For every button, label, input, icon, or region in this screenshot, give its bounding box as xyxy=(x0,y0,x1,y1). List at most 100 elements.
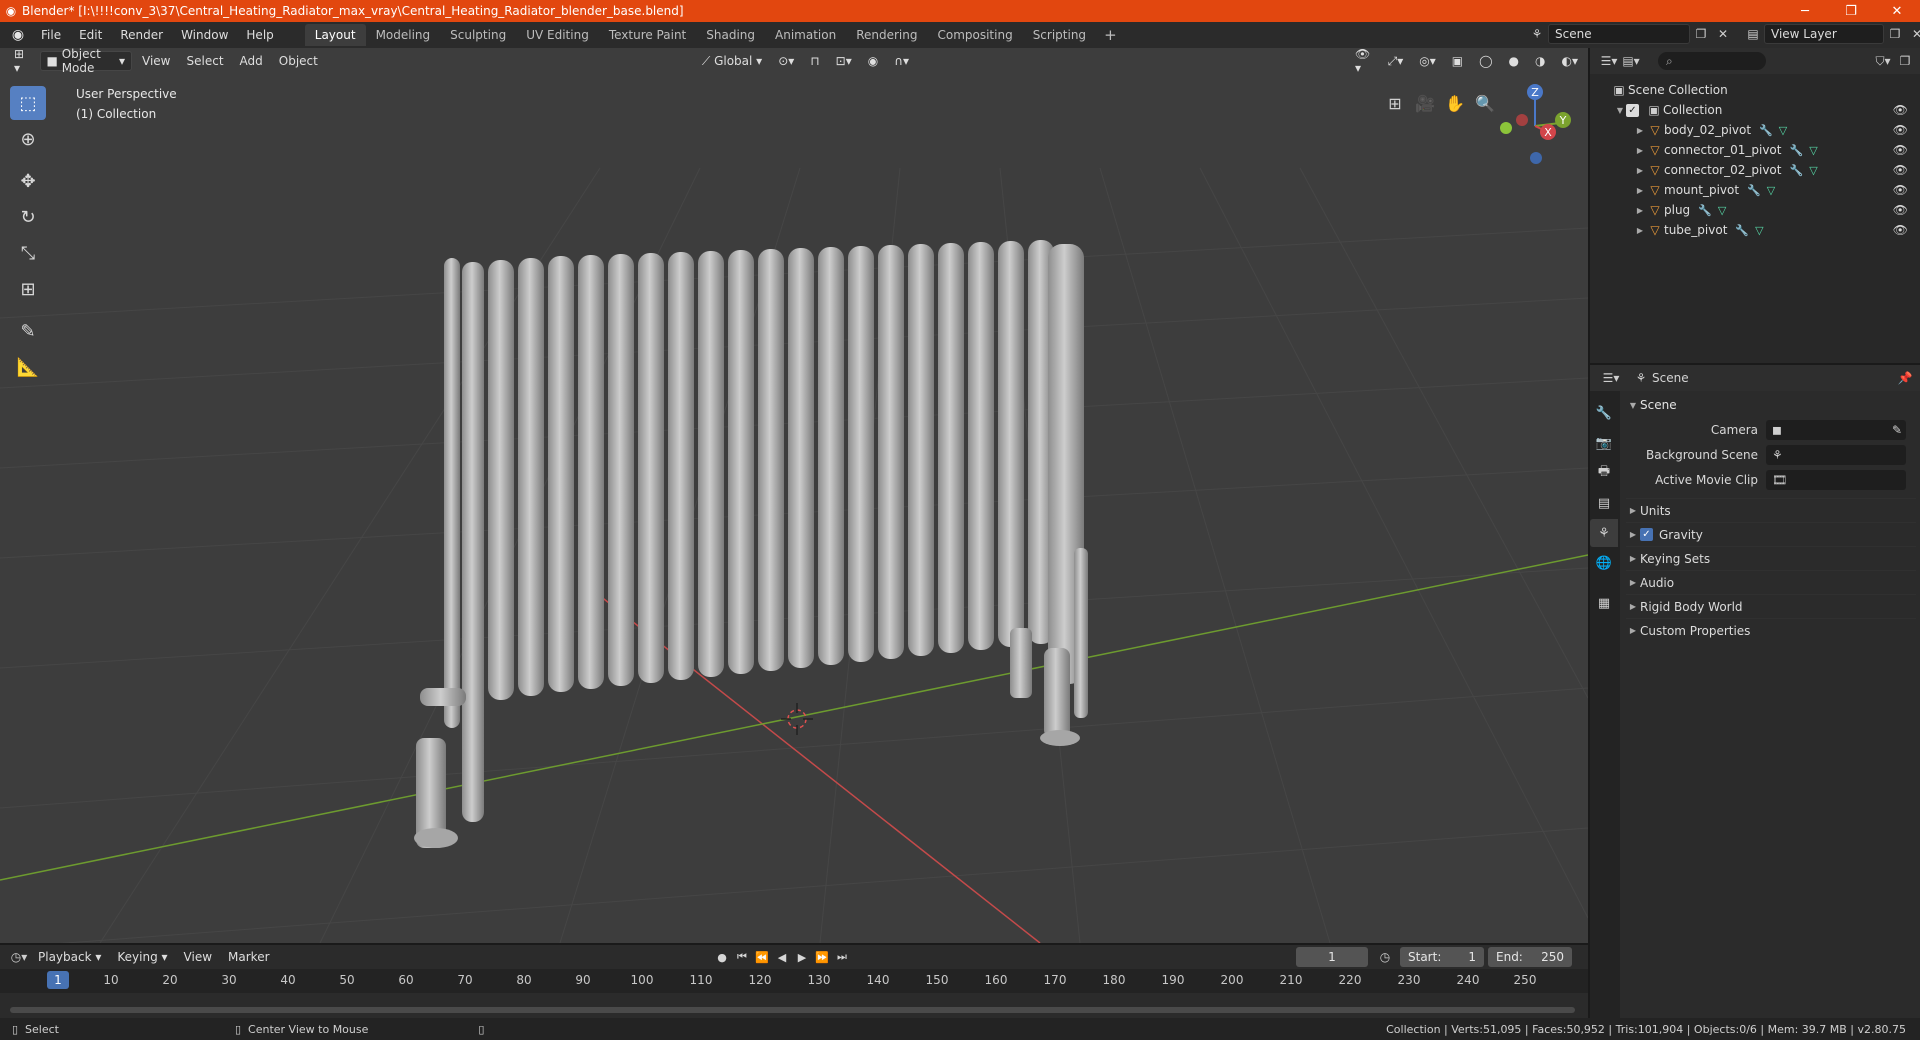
render-tab-icon[interactable]: 📷 xyxy=(1590,429,1618,457)
filter-icon[interactable]: ⛉▾ xyxy=(1872,51,1894,71)
menu-help[interactable]: Help xyxy=(237,28,282,42)
scene-field[interactable]: Scene xyxy=(1548,24,1690,44)
minimize-button[interactable]: ─ xyxy=(1782,0,1828,22)
tab-texture-paint[interactable]: Texture Paint xyxy=(599,24,696,46)
audio-panel[interactable]: ▶ Audio xyxy=(1626,570,1916,594)
camera-view-icon[interactable]: 🎥 xyxy=(1410,88,1440,118)
menu-window[interactable]: Window xyxy=(172,28,237,42)
display-mode-icon[interactable]: ▤▾ xyxy=(1620,51,1642,71)
timeline-scrollbar[interactable] xyxy=(10,1007,1575,1013)
expand-collection-icon[interactable]: ▼ xyxy=(1614,106,1626,115)
solid-shading-icon[interactable]: ● xyxy=(1503,51,1525,71)
zoom-icon[interactable]: 🔍 xyxy=(1470,88,1500,118)
tab-uv-editing[interactable]: UV Editing xyxy=(516,24,599,46)
menu-view[interactable]: View xyxy=(136,51,176,71)
preview-range-icon[interactable]: ◷ xyxy=(1374,947,1396,967)
tab-animation[interactable]: Animation xyxy=(765,24,846,46)
falloff-icon[interactable]: ∩▾ xyxy=(888,51,915,71)
pin-icon[interactable]: 📌 xyxy=(1894,368,1916,388)
new-collection-icon[interactable]: ❐ xyxy=(1894,51,1916,71)
eye-icon[interactable]: 👁 xyxy=(1893,123,1908,137)
grid-view-icon[interactable]: ⊞ xyxy=(1380,88,1410,118)
jump-end-icon[interactable]: ⏭ xyxy=(832,947,852,967)
view-layer-icon[interactable]: ▤ xyxy=(1742,24,1764,44)
outliner-row-collection[interactable]: ▼ ✓ ▣ Collection 👁 xyxy=(1590,100,1920,120)
outliner-row-body-02-pivot[interactable]: ▶ ▽ body_02_pivot 🔧 ▽ 👁 xyxy=(1590,120,1920,140)
world-tab-icon[interactable]: 🌐 xyxy=(1590,549,1618,577)
select-box-tool-icon[interactable]: ⬚ xyxy=(10,86,46,120)
move-tool-icon[interactable]: ✥ xyxy=(10,164,46,198)
rotate-tool-icon[interactable]: ↻ xyxy=(10,200,46,234)
scale-tool-icon[interactable]: ⤡ xyxy=(10,236,46,270)
jump-start-icon[interactable]: ⏮ xyxy=(732,947,752,967)
close-button[interactable]: ✕ xyxy=(1874,0,1920,22)
units-panel[interactable]: ▶ Units xyxy=(1626,498,1916,522)
collection-checkbox[interactable]: ✓ xyxy=(1626,103,1639,117)
expand-icon[interactable]: ▶ xyxy=(1634,226,1646,235)
keying-sets-panel[interactable]: ▶ Keying Sets xyxy=(1626,546,1916,570)
xray-icon[interactable]: ▣ xyxy=(1446,51,1469,71)
view-layer-tab-icon[interactable]: ▤ xyxy=(1590,489,1618,517)
snap-icon[interactable]: ⊓ xyxy=(804,51,825,71)
new-scene-icon[interactable]: ❐ xyxy=(1690,24,1712,44)
menu-file[interactable]: File xyxy=(32,28,70,42)
eye-icon[interactable]: 👁 xyxy=(1893,223,1908,237)
outliner-row-plug[interactable]: ▶ ▽ plug 🔧 ▽ 👁 xyxy=(1590,200,1920,220)
pan-hand-icon[interactable]: ✋ xyxy=(1440,88,1470,118)
menu-add[interactable]: Add xyxy=(234,51,269,71)
menu-marker[interactable]: Marker xyxy=(220,950,277,964)
delete-view-layer-icon[interactable]: ✕ xyxy=(1906,24,1920,44)
menu-timeline-view[interactable]: View xyxy=(176,950,220,964)
add-workspace-button[interactable]: + xyxy=(1096,24,1125,46)
menu-playback[interactable]: Playback ▾ xyxy=(30,950,109,964)
tab-modeling[interactable]: Modeling xyxy=(366,24,441,46)
background-scene-field[interactable]: ⚘ xyxy=(1766,444,1906,465)
outliner-row-scene-collection[interactable]: ▣ Scene Collection xyxy=(1590,80,1920,100)
expand-icon[interactable]: ▶ xyxy=(1634,186,1646,195)
maximize-button[interactable]: ❐ xyxy=(1828,0,1874,22)
menu-edit[interactable]: Edit xyxy=(70,28,111,42)
texture-tab-icon[interactable]: ▦ xyxy=(1590,589,1618,617)
play-reverse-icon[interactable]: ◀ xyxy=(772,947,792,967)
playhead-frame[interactable]: 1 xyxy=(47,971,69,989)
cursor-tool-icon[interactable]: ⊕ xyxy=(10,122,46,156)
record-icon[interactable]: ● xyxy=(712,947,732,967)
expand-icon[interactable]: ▶ xyxy=(1634,126,1646,135)
end-frame-field[interactable]: End: 250 xyxy=(1488,947,1572,967)
menu-select[interactable]: Select xyxy=(181,51,230,71)
tab-layout[interactable]: Layout xyxy=(304,24,366,46)
outliner-editor-icon[interactable]: ☰▾ xyxy=(1598,51,1620,71)
eye-icon[interactable]: 👁 xyxy=(1893,183,1908,197)
custom-properties-panel[interactable]: ▶ Custom Properties xyxy=(1626,618,1916,642)
expand-icon[interactable]: ▶ xyxy=(1634,166,1646,175)
next-keyframe-icon[interactable]: ⏩ xyxy=(812,947,832,967)
delete-scene-icon[interactable]: ✕ xyxy=(1712,24,1734,44)
3d-viewport[interactable]: Z Y X ⊞ ▾ ■ Object Mode ▾ View Select Ad… xyxy=(0,48,1588,943)
editor-type-button[interactable]: ⊞ ▾ xyxy=(8,48,36,75)
outliner-row-connector-02-pivot[interactable]: ▶ ▽ connector_02_pivot 🔧 ▽ 👁 xyxy=(1590,160,1920,180)
outliner-search-input[interactable]: ⌕ xyxy=(1658,52,1766,70)
material-shading-icon[interactable]: ◑ xyxy=(1529,51,1551,71)
tab-shading[interactable]: Shading xyxy=(696,24,765,46)
rigid-body-world-panel[interactable]: ▶ Rigid Body World xyxy=(1626,594,1916,618)
eye-icon[interactable]: 👁 xyxy=(1893,103,1908,117)
overlay-toggle-icon[interactable]: ◎▾ xyxy=(1413,51,1442,71)
tool-tab-icon[interactable]: 🔧 xyxy=(1590,399,1618,427)
properties-editor-icon[interactable]: ☰▾ xyxy=(1600,368,1622,388)
view-layer-field[interactable]: View Layer xyxy=(1764,24,1884,44)
tab-sculpting[interactable]: Sculpting xyxy=(440,24,516,46)
scene-tab-icon[interactable]: ⚘ xyxy=(1590,519,1618,547)
expand-icon[interactable]: ▶ xyxy=(1634,206,1646,215)
transform-tool-icon[interactable]: ⊞ xyxy=(10,272,46,306)
annotate-tool-icon[interactable]: ✎ xyxy=(10,314,46,348)
measure-tool-icon[interactable]: 📐 xyxy=(10,350,46,384)
proportional-edit-icon[interactable]: ◉ xyxy=(862,51,884,71)
outliner-row-mount-pivot[interactable]: ▶ ▽ mount_pivot 🔧 ▽ 👁 xyxy=(1590,180,1920,200)
scene-panel-header[interactable]: ▼ Scene xyxy=(1626,393,1916,417)
menu-render[interactable]: Render xyxy=(111,28,172,42)
visibility-icon[interactable]: 👁▾ xyxy=(1349,48,1378,75)
transform-orientation-dropdown[interactable]: ⟋ Global ▾ xyxy=(696,51,768,71)
timeline-editor-icon[interactable]: ◷▾ xyxy=(8,947,30,967)
eye-icon[interactable]: 👁 xyxy=(1893,143,1908,157)
gravity-panel[interactable]: ▶ ✓ Gravity xyxy=(1626,522,1916,546)
